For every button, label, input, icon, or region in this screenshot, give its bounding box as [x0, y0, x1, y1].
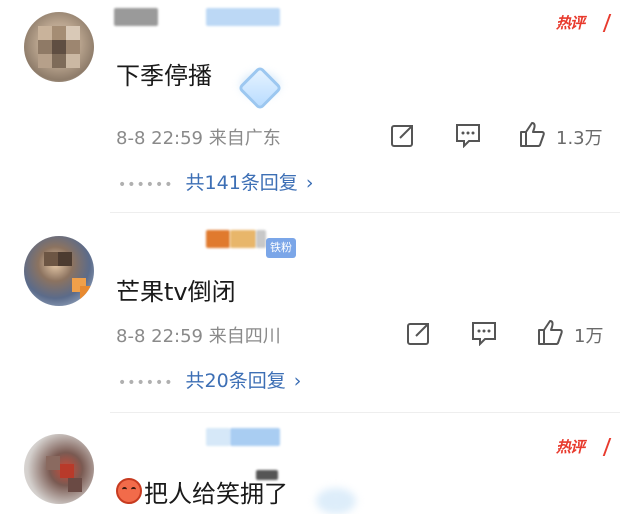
comment-item: 热评 把人给笑拥了 [0, 414, 640, 514]
share-icon[interactable] [390, 122, 416, 148]
comment-meta: 8-8 22:59 来自广东 [116, 128, 281, 149]
blurred-sticker [256, 470, 278, 480]
username-blurred[interactable] [230, 428, 280, 446]
like-count: 1.3万 [556, 128, 603, 149]
like-count: 1万 [574, 326, 604, 347]
username-blurred[interactable] [256, 230, 266, 248]
comment-icon[interactable] [454, 122, 482, 148]
dots-icon: •••••• [118, 375, 174, 391]
divider [110, 412, 620, 413]
like-icon[interactable] [518, 120, 546, 148]
chevron-right-icon: › [305, 172, 314, 194]
comment-text: 下季停播 [116, 62, 212, 90]
dots-icon: •••••• [118, 177, 174, 193]
diamond-sticker-icon [237, 65, 283, 111]
laughing-emoji-icon [116, 478, 142, 504]
hot-comment-badge: 热评 [556, 12, 612, 34]
fan-badge: 铁粉 [266, 238, 296, 258]
user-avatar[interactable] [24, 12, 94, 82]
username-blurred[interactable] [206, 230, 230, 248]
like-icon[interactable] [536, 318, 564, 346]
comment-meta: 8-8 22:59 来自四川 [116, 326, 281, 347]
user-avatar[interactable] [24, 236, 94, 306]
username-blurred[interactable] [114, 8, 158, 26]
hot-comment-badge: 热评 [556, 436, 612, 458]
comment-text: 芒果tv倒闭 [116, 278, 236, 306]
chevron-right-icon: › [293, 370, 302, 392]
replies-count-text: 共20条回复 [185, 370, 286, 392]
view-replies-link[interactable]: •••••• 共20条回复 › [118, 366, 301, 393]
username-blurred[interactable] [206, 428, 230, 446]
share-icon[interactable] [406, 320, 432, 346]
sticker-glow [316, 488, 356, 514]
username-blurred[interactable] [230, 230, 256, 248]
view-replies-link[interactable]: •••••• 共141条回复 › [118, 168, 313, 195]
replies-count-text: 共141条回复 [185, 172, 298, 194]
comment-item: 热评 下季停播 8-8 22:59 来自广东 1.3万 •••••• 共141条回… [0, 0, 640, 210]
username-blurred[interactable] [206, 8, 280, 26]
user-avatar[interactable] [24, 434, 94, 504]
divider [110, 212, 620, 213]
comment-item: 铁粉 芒果tv倒闭 8-8 22:59 来自四川 1万 •••••• 共20条回复… [0, 214, 640, 410]
comment-icon[interactable] [470, 320, 498, 346]
